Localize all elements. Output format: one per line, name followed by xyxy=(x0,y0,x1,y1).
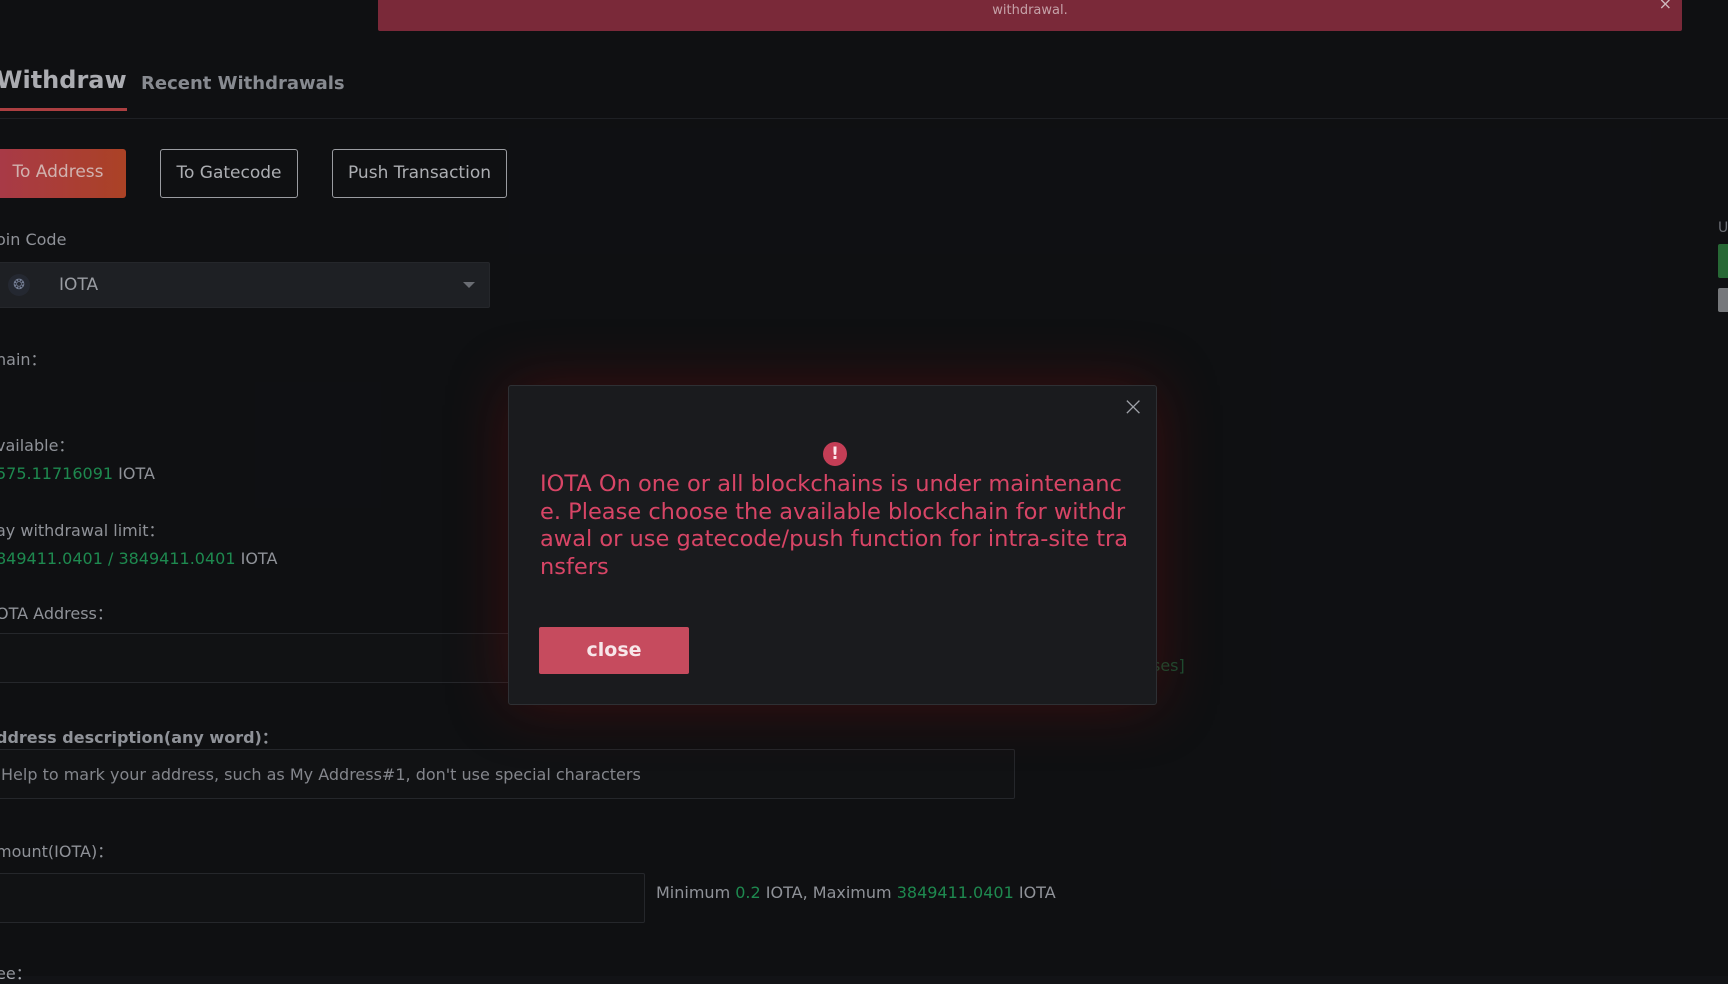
modal-close-button[interactable]: close xyxy=(539,627,689,674)
maintenance-modal: × ! IOTA On one or all blockchains is un… xyxy=(508,385,1157,705)
close-icon[interactable]: × xyxy=(1122,392,1144,422)
alert-icon: ! xyxy=(823,442,847,466)
modal-message: IOTA On one or all blockchains is under … xyxy=(540,471,1129,580)
